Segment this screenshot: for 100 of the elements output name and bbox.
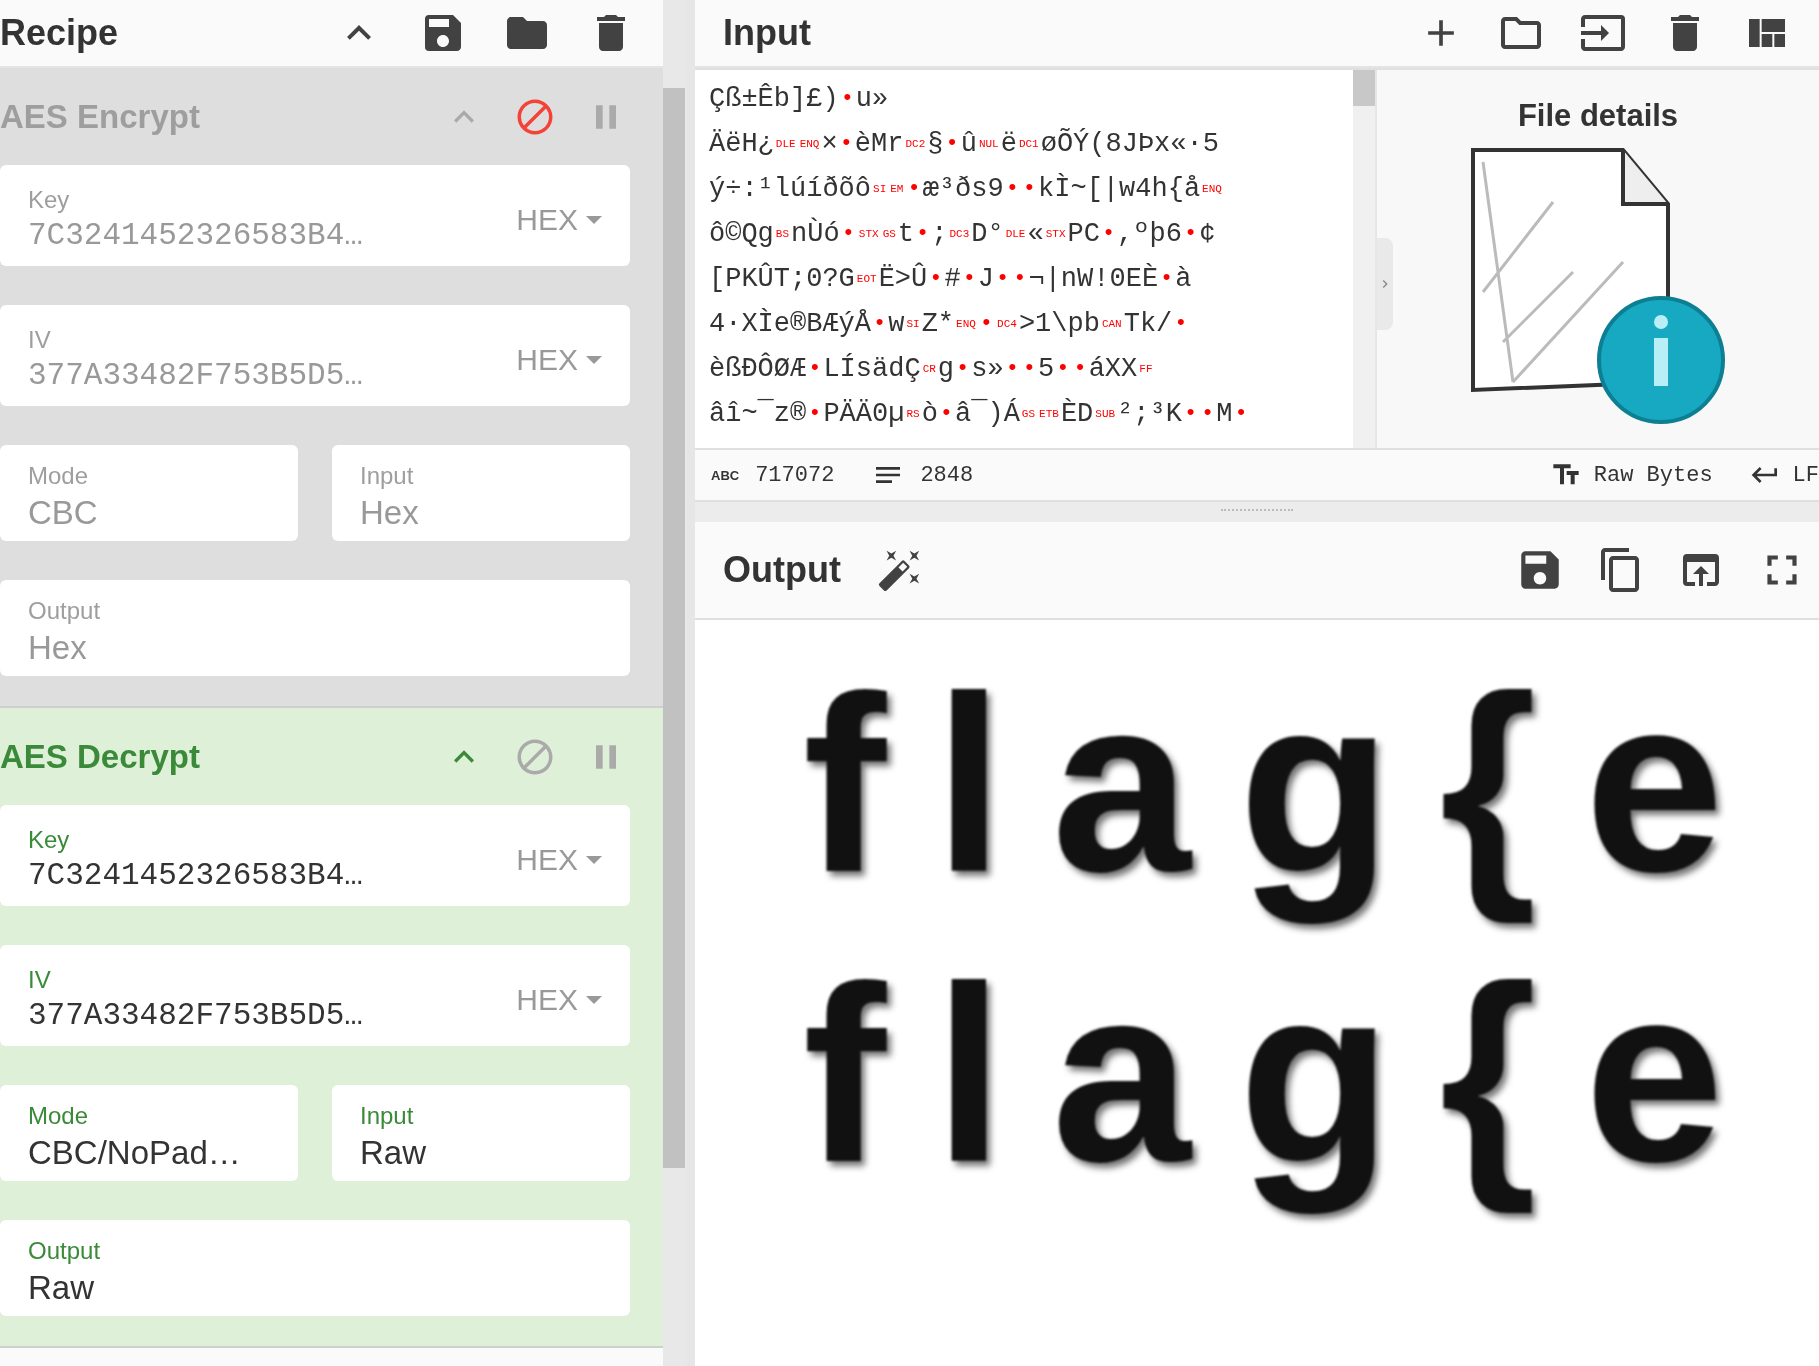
caret-icon (586, 355, 602, 364)
control-char-dot: • (979, 311, 994, 336)
input-text: D° (971, 218, 1004, 249)
control-char-label: STX (1045, 227, 1066, 240)
operation-name: AES Encrypt (0, 97, 200, 136)
control-char-dot: • (996, 266, 1010, 291)
input-text: w (888, 308, 905, 339)
control-char-dot: • (956, 356, 970, 381)
control-char-dot: • (1073, 356, 1087, 381)
control-char-dot: • (840, 86, 854, 111)
control-char-dot: • (939, 401, 954, 426)
control-char-label: DC4 (997, 317, 1017, 330)
control-char-dot: • (1234, 401, 1248, 426)
input-text: èßÐÔØÆ (709, 353, 807, 384)
control-char-dot: • (907, 176, 921, 201)
control-char-dot: • (808, 401, 822, 426)
input-text: ,ºþ6 (1117, 218, 1182, 249)
input-text: >1\pb (1018, 308, 1100, 339)
field-value: Raw (360, 1134, 427, 1172)
length-label: ABC (711, 467, 740, 483)
control-char-dot: • (1201, 401, 1215, 426)
field-label: IV (28, 326, 52, 354)
field-value: 7C3241452326583B4… (28, 218, 363, 253)
control-char-label: ENQ (799, 137, 820, 150)
input-text: # (944, 263, 961, 294)
input-text: LÍsädÇ (823, 353, 921, 384)
input-text: âî~¯z® (709, 398, 807, 429)
field-value: 377A33482F753B5D5… (28, 998, 363, 1033)
control-char-label: ENQ (956, 317, 976, 330)
ingredient-field[interactable]: Input Raw (332, 1085, 630, 1181)
control-char-dot: • (1174, 311, 1188, 336)
output-title: Output (723, 549, 841, 591)
control-char-label: ETB (1039, 407, 1059, 420)
input-text: « (1027, 218, 1044, 249)
input-text: s» (971, 353, 1004, 384)
control-char-dot: • (873, 311, 887, 336)
field-label: Output (28, 597, 101, 625)
control-char-dot: • (1013, 266, 1027, 291)
panel-handle[interactable] (1377, 238, 1393, 330)
input-text: ¬|nW!0EÈ (1028, 263, 1159, 294)
field-value: 377A33482F753B5D5… (28, 358, 363, 393)
format-dropdown[interactable]: HEX (516, 982, 602, 1017)
input-text: § (927, 128, 944, 159)
input-text: ë (1000, 128, 1017, 159)
control-char-label: DLE (1005, 227, 1026, 240)
input-text: â¯)Á (955, 398, 1020, 429)
control-char-label: BS (775, 227, 789, 240)
control-char-label: STX (858, 227, 879, 240)
control-char-label: DC3 (949, 227, 970, 240)
input-text: Ë>Û (878, 263, 928, 294)
input-text: ý÷:¹lúíðõô (709, 173, 872, 204)
input-text: áXX (1088, 353, 1138, 384)
output-text: flag{e (803, 644, 1773, 926)
input-text: PÄÄ0µ (823, 398, 905, 429)
control-char-dot: • (1183, 401, 1198, 426)
input-text: Çß±Êb]£) (709, 83, 839, 114)
field-value: CBC/NoPad… (28, 1134, 241, 1172)
input-text: g (937, 353, 955, 384)
control-char-dot: • (1183, 221, 1198, 246)
ingredient-field[interactable]: Mode CBC/NoPad… (0, 1085, 298, 1181)
control-char-label: SI (906, 317, 920, 330)
control-char-label: RS (906, 407, 920, 420)
control-char-label: FF (1139, 362, 1153, 375)
field-value: 7C3241452326583B4… (28, 858, 363, 893)
format-dropdown[interactable]: HEX (516, 842, 602, 877)
field-value: Hex (28, 629, 88, 667)
input-text: øÕÝ(8JÞx«·5 (1040, 128, 1219, 159)
control-char-label: NUL (978, 137, 999, 150)
control-char-label: ENQ (1202, 182, 1222, 195)
control-char-dot: • (962, 266, 976, 291)
input-text: ²;³K (1117, 398, 1182, 429)
control-char-label: SUB (1095, 407, 1116, 420)
control-char-dot: • (1022, 176, 1037, 201)
encoding-value[interactable]: Raw Bytes (1593, 462, 1713, 488)
field-value: Raw (28, 1269, 96, 1307)
input-text: J (977, 263, 995, 294)
control-char-label: DC2 (905, 137, 926, 150)
control-char-label: SI (873, 182, 887, 195)
input-text: Tk/ (1123, 308, 1173, 339)
input-text: æ³ðs9 (922, 173, 1004, 204)
input-text: kÌ~[|w4h{å (1038, 173, 1201, 204)
operation-name: AES Decrypt (0, 737, 200, 776)
caret-icon (586, 215, 602, 224)
input-text: PC (1067, 218, 1100, 249)
field-label: Output (28, 1237, 101, 1265)
ingredient-field[interactable]: IV 377A33482F753B5D5… HEX (0, 945, 630, 1046)
field-label: Key (28, 826, 71, 854)
control-char-dot: • (1005, 176, 1019, 201)
control-char-dot: • (839, 131, 853, 156)
input-text: × (821, 128, 838, 159)
eol-value[interactable]: LF (1792, 462, 1819, 488)
ingredient-field[interactable]: Key 7C3241452326583B4… HEX (0, 805, 630, 906)
caret-icon (586, 995, 602, 1004)
control-char-dot: • (808, 356, 822, 381)
field-label: Input (360, 462, 415, 490)
ingredient-field[interactable]: Output Raw (0, 1220, 630, 1316)
length-value: 717072 (755, 462, 835, 488)
input-text: nÙó (791, 218, 840, 249)
input-text: [PKÛT;0?G (709, 263, 855, 294)
input-text: ; (931, 218, 948, 249)
